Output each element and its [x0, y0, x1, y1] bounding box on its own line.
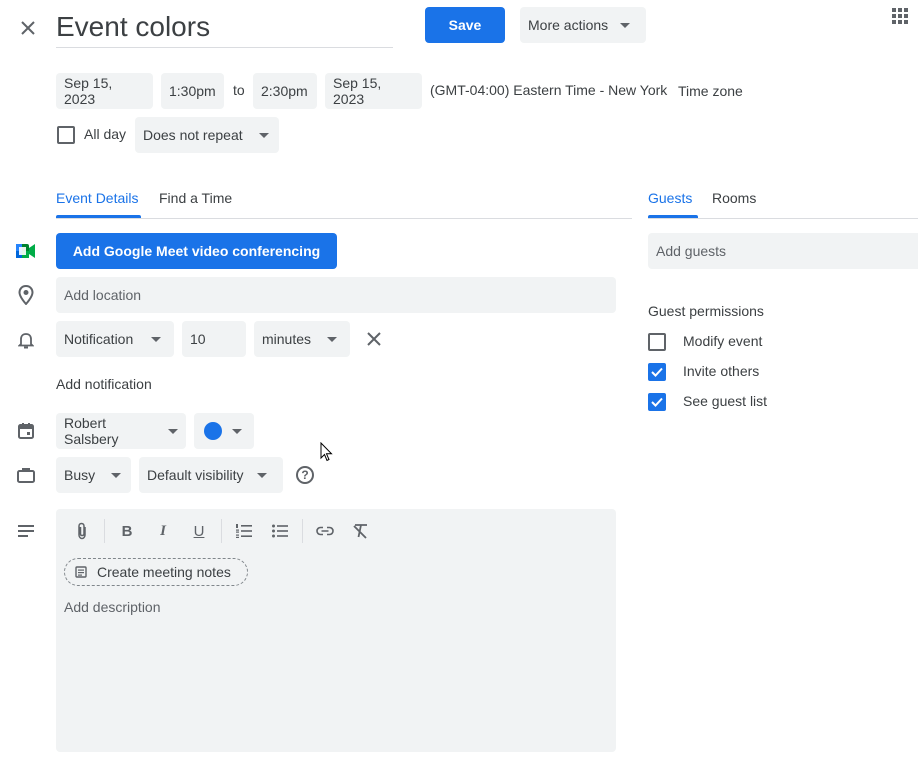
event-title-text: Event colors — [56, 11, 211, 42]
italic-icon[interactable]: I — [149, 517, 177, 545]
modify-event-label: Modify event — [683, 333, 763, 349]
create-meeting-notes-label: Create meeting notes — [97, 564, 231, 580]
tab-event-details[interactable]: Event Details — [56, 190, 138, 206]
description-editor[interactable]: B I U Create meeting notes Add descripti… — [56, 509, 616, 752]
notification-unit-select[interactable]: minutes — [254, 321, 350, 357]
notification-value-input[interactable]: 10 — [182, 321, 246, 357]
start-time-field[interactable]: 1:30pm — [161, 73, 224, 109]
chevron-down-icon — [151, 336, 162, 342]
event-title-input[interactable]: Event colors — [56, 8, 393, 48]
end-time-text: 2:30pm — [261, 83, 308, 99]
notification-type-select[interactable]: Notification — [56, 321, 174, 357]
calendar-owner-select[interactable]: Robert Salsbery — [56, 413, 186, 449]
mouse-cursor-icon — [320, 441, 334, 462]
bulleted-list-icon[interactable] — [266, 517, 294, 545]
right-tabs-divider — [648, 218, 918, 219]
briefcase-icon — [17, 466, 35, 484]
visibility-select[interactable]: Default visibility — [139, 457, 283, 493]
chevron-down-icon — [327, 336, 338, 342]
save-button[interactable]: Save — [425, 7, 505, 43]
end-date-text: Sep 15, 2023 — [333, 75, 382, 107]
notes-icon — [75, 566, 87, 578]
start-time-text: 1:30pm — [169, 83, 216, 99]
description-icon — [17, 523, 35, 539]
save-label: Save — [448, 17, 482, 33]
chevron-down-icon — [232, 428, 242, 434]
toolbar-divider — [104, 519, 105, 543]
remove-notification-icon[interactable] — [364, 329, 384, 349]
add-guests-placeholder: Add guests — [656, 243, 727, 259]
to-label: to — [233, 82, 245, 98]
add-meet-label: Add Google Meet video conferencing — [72, 243, 321, 259]
end-date-field[interactable]: Sep 15, 2023 — [325, 73, 422, 109]
close-icon[interactable] — [14, 14, 42, 42]
event-color-select[interactable] — [194, 413, 254, 449]
attachment-icon[interactable] — [68, 517, 96, 545]
underline-icon[interactable]: U — [185, 517, 213, 545]
see-guest-list-label: See guest list — [683, 393, 768, 409]
timezone-link[interactable]: Time zone — [678, 83, 743, 99]
help-icon[interactable]: ? — [296, 466, 314, 484]
timezone-text: (GMT-04:00) Eastern Time - New York — [430, 82, 668, 98]
chevron-down-icon — [111, 472, 122, 478]
create-meeting-notes-button[interactable]: Create meeting notes — [64, 558, 248, 586]
add-meet-button[interactable]: Add Google Meet video conferencing — [56, 233, 337, 269]
chevron-down-icon — [620, 22, 631, 28]
calendar-icon — [17, 422, 35, 440]
tab-rooms[interactable]: Rooms — [712, 190, 756, 206]
chevron-down-icon — [168, 428, 178, 434]
end-time-field[interactable]: 2:30pm — [253, 73, 317, 109]
toolbar-divider — [221, 519, 222, 543]
start-date-field[interactable]: Sep 15, 2023 — [56, 73, 153, 109]
tab-guests[interactable]: Guests — [648, 190, 692, 206]
google-meet-icon — [16, 241, 36, 261]
visibility-value: Default visibility — [147, 467, 244, 483]
checkmark-icon — [651, 367, 663, 377]
all-day-label: All day — [84, 126, 127, 142]
notification-value: 10 — [190, 331, 206, 347]
invite-others-label: Invite others — [683, 363, 760, 379]
more-actions-button[interactable]: More actions — [520, 7, 646, 43]
checkmark-icon — [651, 397, 663, 407]
tab-find-a-time[interactable]: Find a Time — [159, 190, 232, 206]
location-pin-icon — [16, 284, 36, 306]
description-placeholder: Add description — [64, 599, 161, 615]
location-placeholder: Add location — [64, 287, 142, 303]
bell-icon — [17, 330, 35, 350]
repeat-value: Does not repeat — [143, 127, 243, 143]
event-color-swatch — [204, 422, 222, 440]
add-notification-link[interactable]: Add notification — [56, 376, 152, 392]
toolbar-divider — [302, 519, 303, 543]
formatting-toolbar: B I U — [68, 517, 375, 545]
see-guest-list-checkbox[interactable] — [648, 393, 666, 411]
apps-grid-icon[interactable] — [890, 6, 910, 26]
chevron-down-icon — [258, 132, 269, 138]
location-input[interactable]: Add location — [56, 277, 616, 313]
clear-formatting-icon[interactable] — [347, 517, 375, 545]
link-icon[interactable] — [311, 517, 339, 545]
add-guests-input[interactable]: Add guests — [648, 233, 918, 269]
start-date-text: Sep 15, 2023 — [64, 75, 113, 107]
notification-type-value: Notification — [64, 331, 134, 347]
bold-icon[interactable]: B — [113, 517, 141, 545]
repeat-select[interactable]: Does not repeat — [135, 117, 279, 153]
notification-unit-value: minutes — [262, 331, 312, 347]
modify-event-checkbox[interactable] — [648, 333, 666, 351]
busy-value: Busy — [64, 467, 96, 483]
busy-select[interactable]: Busy — [56, 457, 131, 493]
calendar-owner-value: Robert Salsbery — [64, 415, 119, 447]
more-actions-label: More actions — [528, 17, 609, 33]
all-day-checkbox[interactable] — [57, 126, 75, 144]
chevron-down-icon — [257, 472, 268, 478]
invite-others-checkbox[interactable] — [648, 363, 666, 381]
numbered-list-icon[interactable] — [230, 517, 258, 545]
guest-permissions-title: Guest permissions — [648, 303, 764, 319]
tabs-divider — [56, 218, 632, 219]
